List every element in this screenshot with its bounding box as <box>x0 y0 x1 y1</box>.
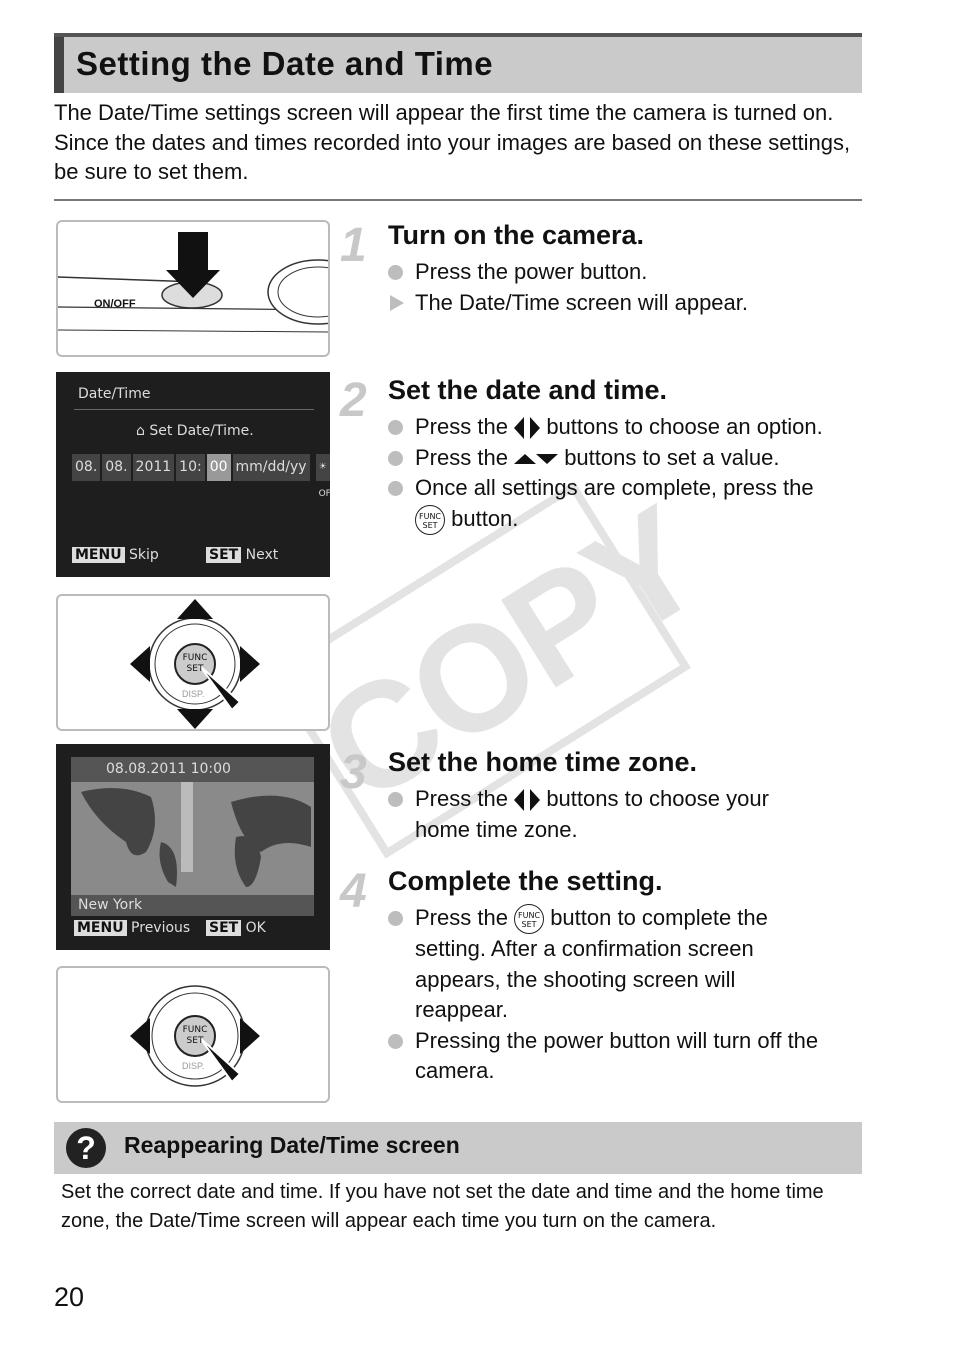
step-2: 2 Set the date and time. Press the butto… <box>340 374 870 535</box>
result-arrow-icon <box>390 294 404 311</box>
list-item: Press the power button. <box>388 257 870 288</box>
zone-name: New York <box>78 897 143 913</box>
tip-text: Set the correct date and time. If you ha… <box>61 1181 824 1232</box>
world-map <box>71 782 314 895</box>
skip-label: Skip <box>129 547 159 563</box>
question-icon: ? <box>66 1128 106 1168</box>
menu-key: MENU <box>74 920 127 936</box>
step-3: 3 Set the home time zone. Press the butt… <box>340 746 870 845</box>
camera-top-icon <box>58 232 328 333</box>
set-key: SET <box>206 547 242 563</box>
list-item: Once all settings are complete, press th… <box>388 473 870 535</box>
list-item: Pressing the power button will turn off … <box>388 1026 868 1087</box>
month-field[interactable]: 08. <box>72 454 101 481</box>
list-item: Press the buttons to set a value. <box>388 443 870 474</box>
power-button-illustration: ON/OFF <box>56 220 330 357</box>
date-time-screen: Date/Time ⌂ Set Date/Time. 08. 08. 2011 … <box>56 372 330 577</box>
page-number: 20 <box>54 1282 85 1312</box>
intro-text: The Date/Time settings screen will appea… <box>54 100 851 184</box>
set-key: SET <box>206 920 242 936</box>
menu-key: MENU <box>72 547 125 563</box>
func-set-icon: FUNC SET <box>415 504 445 535</box>
ok-label: OK <box>245 920 266 936</box>
tip-box: ? Reappearing Date/Time screen <box>54 1122 862 1174</box>
format-field[interactable]: mm/dd/yy <box>232 454 310 481</box>
step-1: 1 Turn on the camera. Press the power bu… <box>340 219 870 319</box>
control-dial-illustration-2: FUNC SET DISP. <box>56 966 330 1103</box>
set-date-prompt: ⌂ Set Date/Time. <box>136 423 254 439</box>
on-off-label: ON/OFF <box>94 298 136 310</box>
step-heading: Complete the setting. <box>388 866 663 896</box>
screen-header: Date/Time <box>78 386 151 402</box>
page-title: Setting the Date and Time <box>76 45 494 82</box>
up-down-buttons-icon <box>514 445 559 470</box>
step-heading: Set the date and time. <box>388 375 668 405</box>
left-right-buttons-icon <box>514 414 541 440</box>
step-heading: Set the home time zone. <box>388 747 698 777</box>
dst-field[interactable]: ☀OFF <box>315 454 330 499</box>
current-datetime: 08.08.2011 10:00 <box>106 761 231 777</box>
hour-field[interactable]: 10: <box>176 454 205 481</box>
list-item: The Date/Time screen will appear. <box>388 288 870 319</box>
time-zone-screen: 08.08.2011 10:00 New York MENU Previous … <box>56 744 330 950</box>
next-label: Next <box>245 547 279 563</box>
home-icon: ⌂ <box>136 423 150 439</box>
title-bar: Setting the Date and Time <box>54 33 862 93</box>
tip-heading: Reappearing Date/Time screen <box>124 1132 460 1158</box>
minute-field[interactable]: 00 <box>206 454 231 481</box>
func-set-icon: FUNC SET <box>514 904 545 935</box>
control-dial-illustration-1: FUNC SET DISP. <box>56 594 330 731</box>
year-field[interactable]: 2011 <box>132 454 175 481</box>
day-field[interactable]: 08. <box>102 454 131 481</box>
step-4: 4 Complete the setting. Press the FUNC SE… <box>340 865 870 1087</box>
previous-label: Previous <box>131 920 191 936</box>
step-heading: Turn on the camera. <box>388 220 645 250</box>
list-item: Press the buttons to choose your home ti… <box>388 784 828 845</box>
list-item: Press the FUNC SET button to complete the… <box>388 903 818 1026</box>
divider <box>54 199 862 201</box>
list-item: Press the buttons to choose an option. <box>388 412 870 443</box>
left-right-buttons-icon <box>514 786 541 812</box>
